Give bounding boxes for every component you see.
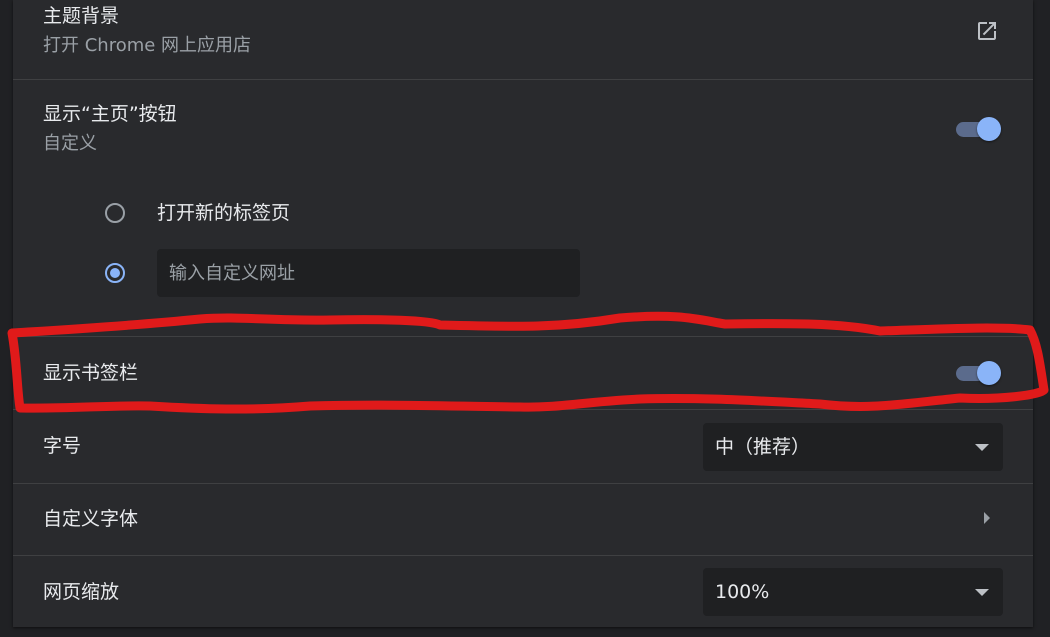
theme-subtitle: 打开 Chrome 网上应用店: [43, 35, 252, 56]
radio-new-tab-label[interactable]: 打开新的标签页: [157, 201, 290, 225]
home-button-title: 显示“主页”按钮: [43, 103, 177, 125]
theme-title: 主题背景: [43, 5, 120, 27]
custom-fonts-row[interactable]: 自定义字体: [13, 484, 1033, 555]
dropdown-arrow-icon: [975, 589, 989, 596]
toggle-knob: [977, 361, 1001, 385]
home-button-subtitle: 自定义: [43, 133, 97, 154]
custom-fonts-label: 自定义字体: [43, 508, 139, 530]
page-background-strip: [1033, 0, 1050, 637]
home-button-toggle[interactable]: [956, 116, 1002, 142]
open-in-new-icon[interactable]: [975, 19, 999, 43]
radio-custom-url[interactable]: [105, 263, 125, 283]
font-size-select[interactable]: 中（推荐）: [703, 423, 1003, 471]
bookmarks-bar-title: 显示书签栏: [43, 362, 139, 384]
bookmarks-bar-row[interactable]: 显示书签栏: [13, 337, 1033, 409]
font-size-label: 字号: [43, 435, 82, 457]
bookmarks-bar-toggle[interactable]: [956, 360, 1002, 386]
home-button-section: 显示“主页”按钮 自定义 打开新的标签页: [13, 80, 1033, 336]
dropdown-arrow-icon: [975, 444, 989, 451]
settings-page: 主题背景 打开 Chrome 网上应用店 显示“主页”按钮 自定义 打开新的标签…: [0, 0, 1050, 637]
toggle-knob: [977, 117, 1001, 141]
appearance-settings-card: 主题背景 打开 Chrome 网上应用店 显示“主页”按钮 自定义 打开新的标签…: [13, 0, 1033, 627]
page-zoom-label: 网页缩放: [43, 581, 120, 603]
theme-row[interactable]: 主题背景 打开 Chrome 网上应用店: [13, 0, 1033, 79]
page-zoom-value: 100%: [715, 581, 770, 603]
chevron-right-icon[interactable]: [984, 512, 990, 524]
custom-url-input[interactable]: [157, 249, 580, 297]
radio-new-tab[interactable]: [105, 203, 125, 223]
page-zoom-select[interactable]: 100%: [703, 568, 1003, 616]
font-size-value: 中（推荐）: [715, 436, 811, 458]
